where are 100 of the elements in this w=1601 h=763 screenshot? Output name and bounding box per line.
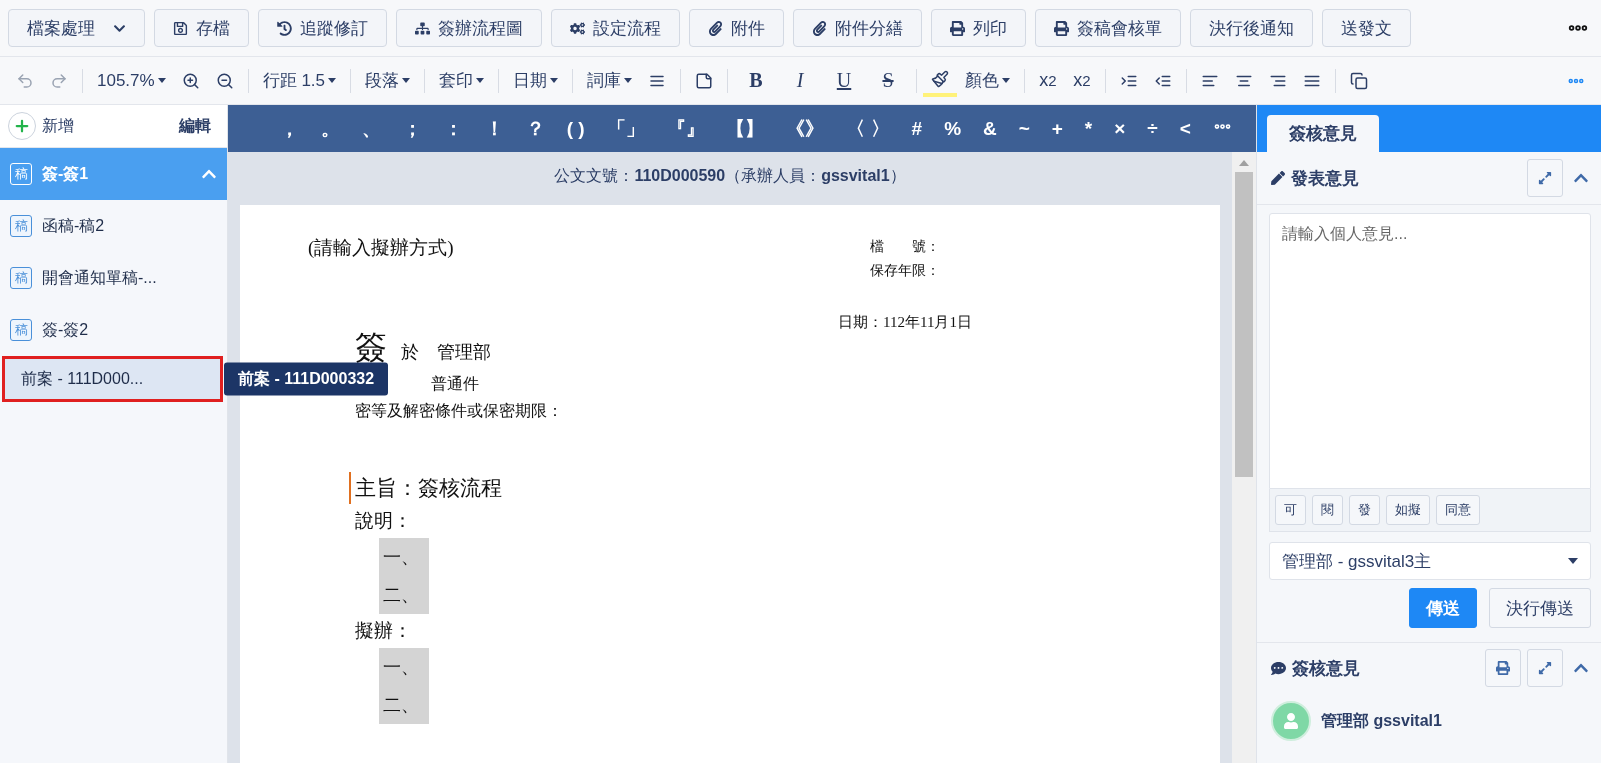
format-dropdown[interactable]: 日期 bbox=[505, 64, 567, 97]
attach-icon bbox=[812, 20, 827, 36]
punctuation-button[interactable]: × bbox=[1110, 117, 1130, 140]
scrollbar[interactable] bbox=[1232, 152, 1256, 763]
file-number-label: 檔 號： bbox=[870, 238, 941, 256]
draft-badge: 稿 bbox=[10, 215, 32, 237]
retention-label: 保存年限： bbox=[870, 262, 941, 280]
history-icon bbox=[277, 20, 292, 36]
comment-author: 管理部 gssvital1 bbox=[1321, 710, 1442, 731]
section-title: 擬辦： bbox=[355, 619, 413, 643]
section-title: 簽核意見 bbox=[1292, 657, 1360, 680]
caret-icon bbox=[402, 78, 411, 83]
punctuation-button[interactable]: 。 bbox=[316, 115, 344, 142]
add-button[interactable]: 新增 bbox=[8, 112, 74, 140]
zoom-dropdown[interactable]: 105.7% bbox=[89, 64, 174, 97]
expand-icon bbox=[1538, 661, 1552, 675]
caret-icon bbox=[328, 78, 337, 83]
underline-button[interactable]: U bbox=[822, 64, 867, 97]
punctuation-button[interactable]: ( ) bbox=[562, 117, 589, 140]
punctuation-button[interactable]: # bbox=[907, 117, 927, 140]
phrase-button[interactable]: 可 bbox=[1275, 495, 1306, 525]
punctuation-button[interactable]: & bbox=[979, 117, 1001, 140]
punctuation-button[interactable]: 『』 bbox=[662, 115, 709, 142]
toolbar-button[interactable]: 簽辦流程圖 bbox=[396, 9, 542, 47]
toolbar-button[interactable]: 附件分繕 bbox=[793, 9, 922, 47]
punctuation-button[interactable]: + bbox=[1047, 117, 1067, 140]
format-dropdown[interactable]: 段落 bbox=[357, 64, 419, 97]
file-menu-button[interactable]: 檔案處理 bbox=[8, 9, 145, 47]
method-input[interactable]: (請輸入擬辦方式) bbox=[308, 235, 870, 283]
caret-icon bbox=[624, 78, 633, 83]
italic-button[interactable]: I bbox=[778, 64, 823, 97]
phrase-button[interactable]: 同意 bbox=[1436, 495, 1480, 525]
caret-icon bbox=[1002, 78, 1011, 83]
bold-button[interactable]: B bbox=[734, 64, 779, 97]
strikethrough-button[interactable]: S bbox=[866, 64, 911, 97]
tooltip: 前案 - 111D000332 bbox=[224, 362, 389, 396]
punctuation-button[interactable]: * bbox=[1080, 117, 1097, 140]
document-list-item[interactable]: 稿 開會通知單稿-... bbox=[0, 252, 227, 304]
plus-icon bbox=[8, 112, 36, 140]
document-date: 日期：112年11月1日 bbox=[837, 313, 973, 332]
save-icon bbox=[173, 20, 188, 36]
punctuation-button[interactable]: ； bbox=[398, 115, 426, 142]
expand-button[interactable] bbox=[1527, 159, 1563, 197]
caret-icon bbox=[550, 78, 559, 83]
color-dropdown[interactable]: 顏色 bbox=[957, 64, 1019, 97]
toolbar-button[interactable]: 追蹤修訂 bbox=[258, 9, 387, 47]
toolbar-button[interactable]: 設定流程 bbox=[551, 9, 680, 47]
format-dropdown[interactable]: 行距 1.5 bbox=[254, 64, 345, 97]
punctuation-button[interactable]: ~ bbox=[1014, 117, 1034, 140]
toolbar-button[interactable]: 送發文 bbox=[1322, 9, 1411, 47]
settings-icon bbox=[570, 20, 585, 36]
list-number: 一、 bbox=[379, 648, 429, 686]
send-button[interactable]: 傳送 bbox=[1409, 588, 1477, 628]
expand-button[interactable] bbox=[1527, 649, 1563, 687]
caret-icon bbox=[157, 78, 166, 83]
punctuation-button[interactable]: ！ bbox=[480, 115, 508, 142]
edit-button[interactable]: 編輯 bbox=[173, 114, 217, 138]
caret-icon bbox=[476, 78, 485, 83]
avatar-icon bbox=[1271, 701, 1311, 741]
toolbar-button[interactable]: 列印 bbox=[931, 9, 1026, 47]
flowchart-icon bbox=[415, 20, 430, 36]
attach-icon bbox=[708, 20, 723, 36]
secrecy-label: 密等及解密條件或保密期限： bbox=[355, 401, 564, 421]
recipient-select[interactable]: 管理部 - gssvital3主 bbox=[1269, 542, 1591, 580]
format-dropdown[interactable]: 詞庫 bbox=[579, 64, 641, 97]
toolbar-button[interactable]: 附件 bbox=[689, 9, 784, 47]
draft-badge: 稿 bbox=[10, 267, 32, 289]
list-number: 一、 bbox=[379, 538, 429, 576]
punctuation-button[interactable]: < bbox=[1175, 117, 1195, 140]
punctuation-button[interactable]: ， bbox=[276, 115, 303, 142]
recipient-department: 於 管理部 bbox=[401, 341, 491, 364]
comment-icon bbox=[1271, 660, 1286, 676]
phrase-button[interactable]: 發 bbox=[1349, 495, 1380, 525]
comment-input[interactable]: 請輸入個人意見... bbox=[1269, 213, 1591, 489]
section-title: 說明： bbox=[355, 509, 413, 533]
punctuation-button[interactable]: 《》 bbox=[782, 115, 829, 142]
document-list-item[interactable]: 稿 函稿-稿2 bbox=[0, 200, 227, 252]
toolbar-button[interactable]: 存檔 bbox=[154, 9, 249, 47]
toolbar-button[interactable]: 簽稿會核單 bbox=[1035, 9, 1181, 47]
punctuation-button[interactable]: ？ bbox=[521, 115, 549, 142]
punctuation-button[interactable]: 、 bbox=[357, 115, 385, 142]
draft-badge: 稿 bbox=[10, 163, 32, 185]
punctuation-button[interactable]: ÷ bbox=[1143, 117, 1162, 140]
pencil-icon bbox=[1271, 171, 1285, 185]
print-button[interactable] bbox=[1485, 649, 1521, 687]
section-title: 發表意見 bbox=[1291, 167, 1359, 190]
phrase-button[interactable]: 閱 bbox=[1312, 495, 1343, 525]
send-decision-button[interactable]: 決行傳送 bbox=[1489, 588, 1591, 628]
document-list-item[interactable]: 稿 簽-簽2 bbox=[0, 304, 227, 356]
phrase-button[interactable]: 如擬 bbox=[1386, 495, 1430, 525]
punctuation-button[interactable]: ： bbox=[439, 115, 467, 142]
format-dropdown[interactable]: 套印 bbox=[431, 64, 493, 97]
panel-tab[interactable]: 簽核意見 bbox=[1267, 115, 1379, 152]
print-icon bbox=[950, 20, 965, 36]
punctuation-button[interactable]: 「」 bbox=[602, 115, 649, 142]
draft-badge: 稿 bbox=[10, 319, 32, 341]
toolbar-button[interactable]: 決行後通知 bbox=[1190, 9, 1313, 47]
punctuation-button[interactable]: 【】 bbox=[722, 115, 769, 142]
punctuation-button[interactable]: 〈 〉 bbox=[842, 115, 894, 142]
punctuation-button[interactable]: % bbox=[940, 117, 966, 140]
